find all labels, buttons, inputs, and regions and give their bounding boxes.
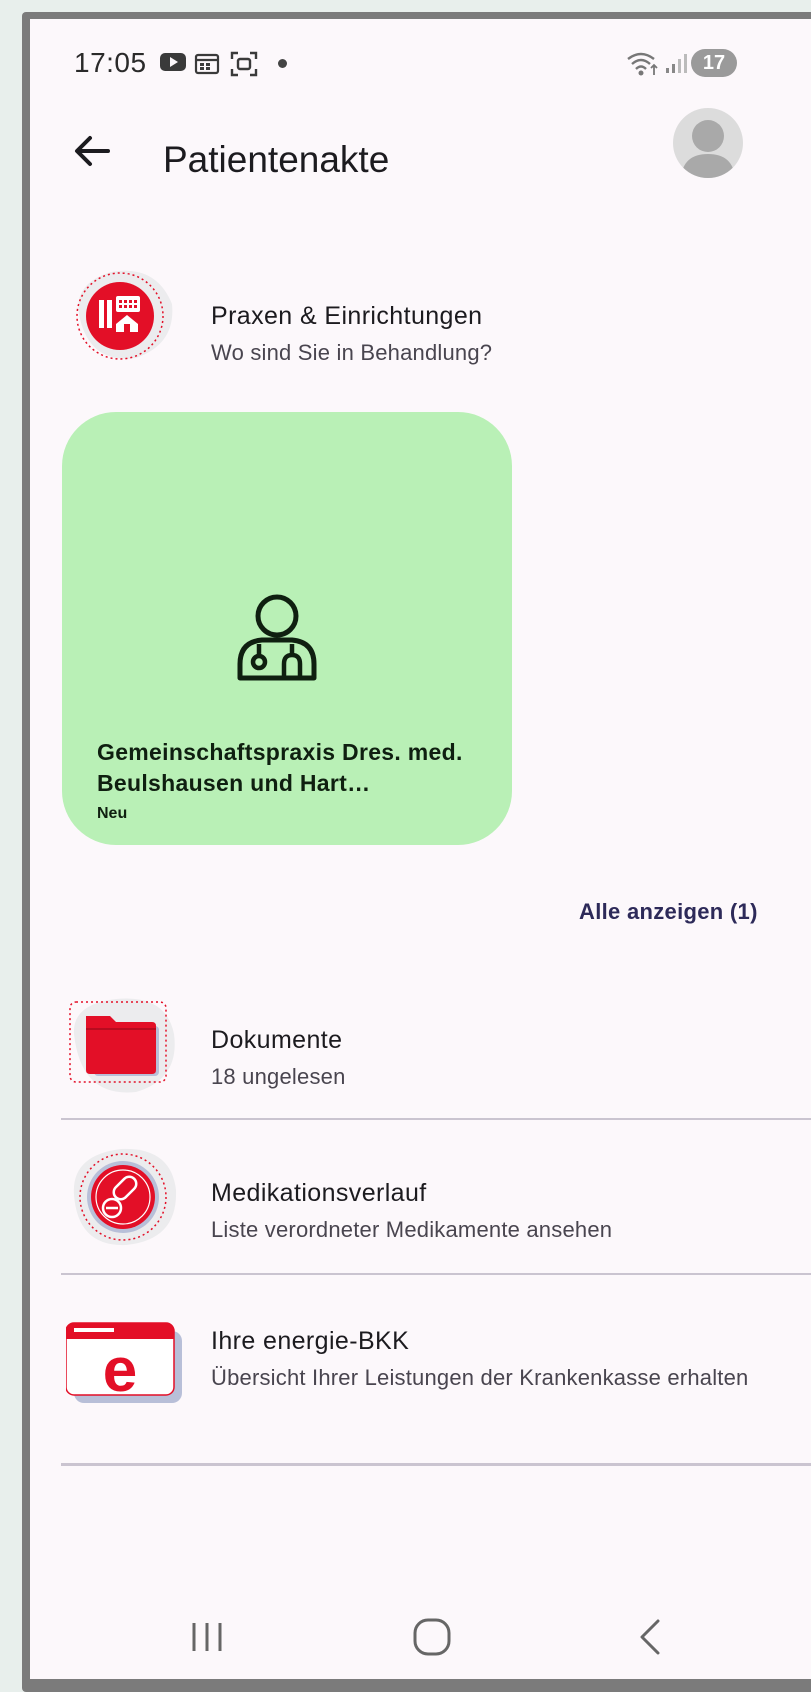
new-badge: Neu (97, 805, 128, 822)
dokumente-title: Dokumente (211, 1026, 343, 1054)
doctor-icon (237, 594, 317, 681)
dokumente-row[interactable]: Dokumente 18 ungelesen (30, 994, 811, 1114)
home-icon[interactable] (410, 1615, 454, 1659)
screenshot-icon (230, 51, 258, 77)
phone-screen: 17:05 17 Patientenakte Praxen & Einricht… (30, 19, 811, 1679)
wifi-icon (627, 52, 658, 76)
practice-card[interactable]: Gemeinschaftspraxis Dres. med. Beulshaus… (62, 412, 512, 845)
calendar-icon (194, 53, 220, 75)
avatar[interactable] (673, 108, 743, 178)
praxen-subtitle: Wo sind Sie in Behandlung? (211, 340, 493, 365)
practice-name: Gemeinschaftspraxis Dres. med. Beulshaus… (97, 739, 463, 796)
medikation-title: Medikationsverlauf (211, 1179, 427, 1207)
recent-apps-icon[interactable] (188, 1617, 228, 1657)
praxen-title: Praxen & Einrichtungen (211, 302, 483, 330)
notification-dot (278, 59, 287, 68)
system-back-icon[interactable] (630, 1615, 670, 1659)
medikation-subtitle: Liste verordneter Medikamente ansehen (211, 1217, 613, 1242)
dokumente-subtitle: 18 ungelesen (211, 1064, 346, 1089)
bkk-row[interactable]: e Ihre energie-BKK Übersicht Ihrer Leist… (30, 1309, 811, 1439)
clinic-building-icon (76, 270, 173, 360)
youtube-icon (160, 53, 186, 71)
folder-icon (69, 998, 175, 1093)
divider (61, 1118, 811, 1120)
signal-icon (666, 54, 687, 73)
user-avatar-icon (681, 120, 735, 178)
page-title: Patientenakte (163, 139, 390, 180)
show-all-link[interactable]: Alle anzeigen (1) (579, 899, 758, 925)
energie-bkk-logo-icon: e (66, 1322, 182, 1405)
divider (61, 1273, 811, 1275)
back-arrow-icon[interactable] (68, 127, 116, 175)
svg-text:e: e (103, 1336, 137, 1405)
bkk-subtitle: Übersicht Ihrer Leistungen der Krankenka… (211, 1365, 749, 1390)
status-time: 17:05 (74, 47, 147, 78)
praxen-row[interactable]: Praxen & Einrichtungen Wo sind Sie in Be… (30, 264, 811, 365)
medication-icon (73, 1148, 177, 1246)
medikation-row[interactable]: Medikationsverlauf Liste verordneter Med… (30, 1145, 811, 1255)
system-navigation-bar (30, 1609, 811, 1679)
bkk-title: Ihre energie-BKK (211, 1327, 410, 1355)
status-bar: 17:05 17 (30, 19, 811, 109)
divider (61, 1463, 811, 1466)
battery-indicator: 17 (691, 49, 737, 77)
